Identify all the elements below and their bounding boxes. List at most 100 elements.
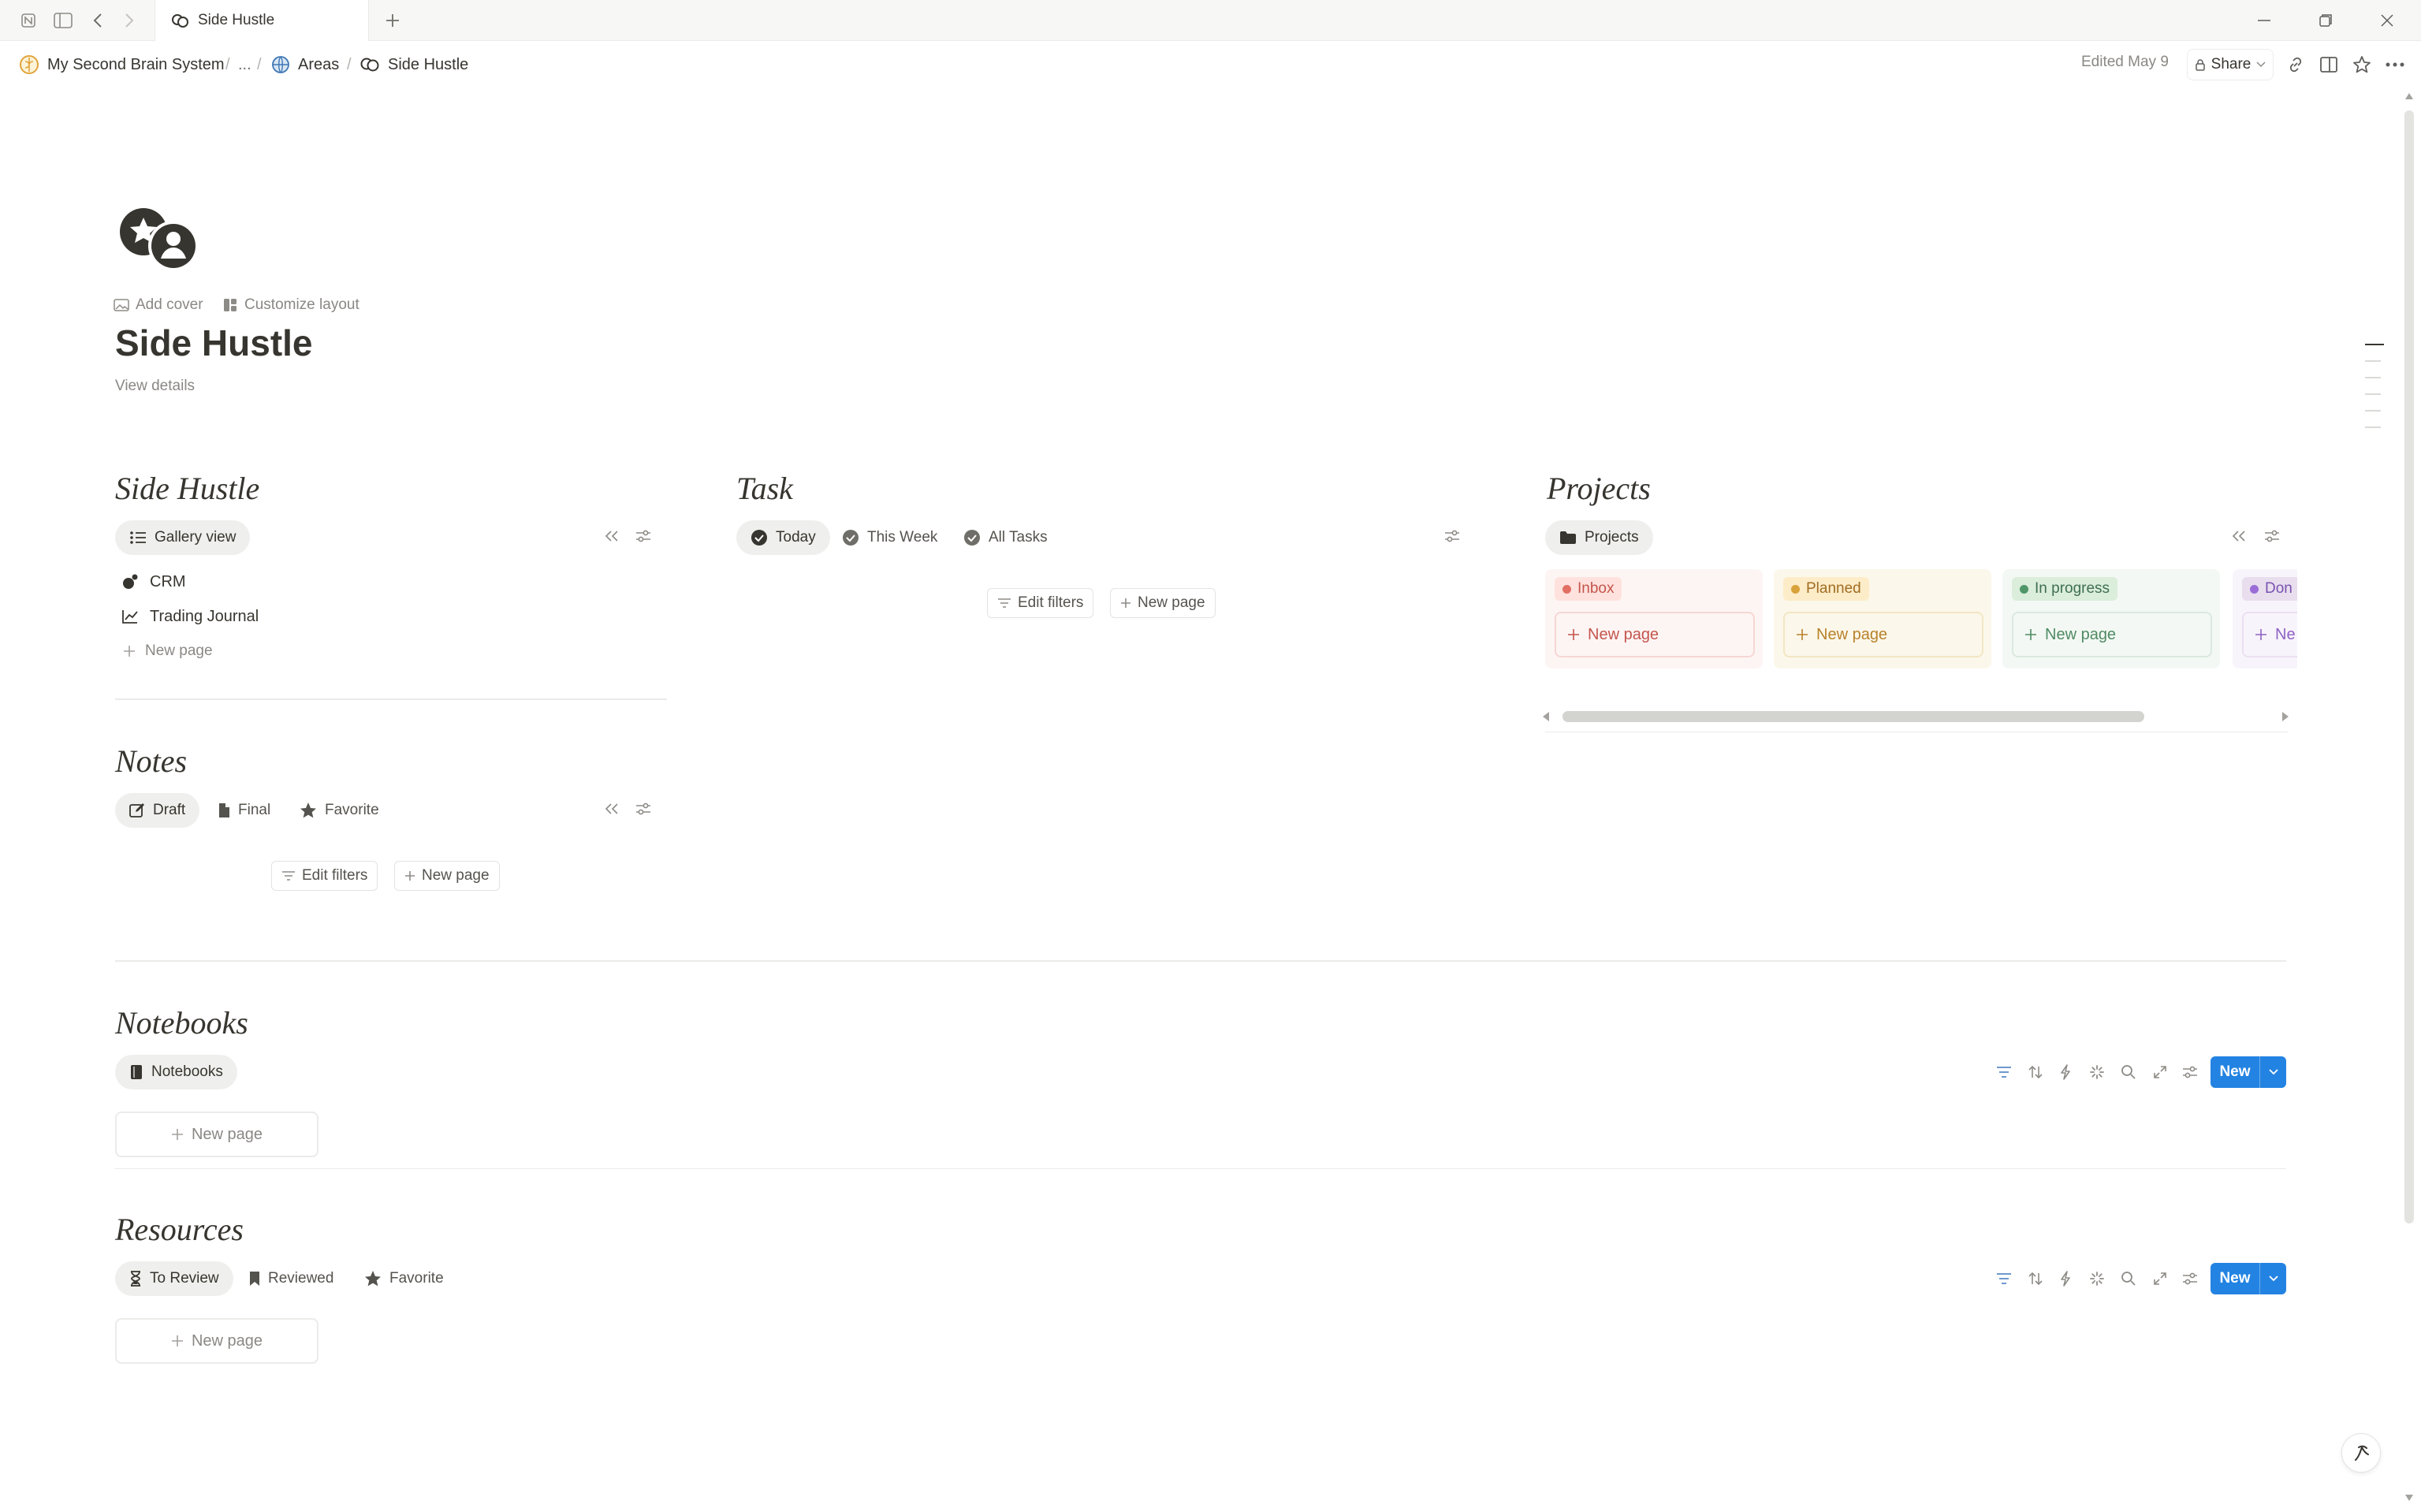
settings-sliders-icon[interactable] [631,796,656,821]
lightning-icon[interactable] [2051,1058,2080,1086]
notebooks-view-tab[interactable]: Notebooks [115,1055,237,1089]
new-page-button[interactable]: New page [2012,612,2212,657]
scroll-down-icon[interactable] [2403,1492,2415,1504]
breadcrumb-side-hustle[interactable]: Side Hustle [359,50,468,79]
plus-icon [1567,628,1580,641]
settings-sliders-icon[interactable] [1440,523,1465,549]
settings-sliders-icon[interactable] [631,523,656,549]
filter-icon[interactable] [1990,1058,2018,1086]
close-icon[interactable] [2363,3,2411,38]
customize-layout-button[interactable]: Customize layout [222,293,359,317]
new-page-card[interactable]: New page [115,1112,318,1157]
new-page-card[interactable]: New page [115,1318,318,1364]
scroll-left-icon[interactable] [1537,709,1555,724]
gallery-view-tab[interactable]: Gallery view [115,520,251,555]
breadcrumb-ellipsis[interactable]: ... [238,50,251,79]
toc-line[interactable] [2365,393,2381,395]
layout-icon [222,297,238,313]
search-icon[interactable] [2114,1264,2143,1293]
lightning-icon[interactable] [2051,1264,2080,1293]
tab-label: Reviewed [268,1270,334,1287]
minimize-icon[interactable] [2240,3,2288,38]
page-title[interactable]: Side Hustle [115,322,313,364]
breadcrumb-areas[interactable]: Areas [271,50,339,79]
status-tag-in-progress[interactable]: In progress [2012,577,2118,601]
new-page-label: New page [1816,625,1888,643]
list-item-trading-journal[interactable]: Trading Journal [121,601,259,632]
sidebar-toggle-icon[interactable] [47,5,79,36]
collapse-icon[interactable] [599,796,624,821]
tab-all-tasks[interactable]: All Tasks [955,520,1056,555]
toc-line[interactable] [2365,344,2384,345]
table-of-contents-outline[interactable] [2365,344,2384,443]
share-button[interactable]: Share [2187,49,2274,80]
tab-this-week[interactable]: This Week [834,520,945,555]
vertical-scrollbar[interactable] [2404,110,2414,1223]
toc-line[interactable] [2365,410,2381,412]
loading-icon[interactable] [2083,1264,2111,1293]
tab-final[interactable]: Final [210,793,278,828]
settings-sliders-icon[interactable] [2259,523,2285,549]
new-page-button[interactable]: New page [1110,588,1216,618]
new-page-button[interactable]: Ne [2242,612,2297,657]
link-icon[interactable] [2281,50,2310,79]
edit-filters-button[interactable]: Edit filters [271,861,378,891]
projects-view-tab[interactable]: Projects [1545,520,1653,555]
new-button[interactable]: New [2211,1056,2286,1088]
help-icon[interactable] [2341,1433,2381,1473]
loading-icon[interactable] [2083,1058,2111,1086]
sort-icon[interactable] [2021,1264,2050,1293]
board-column-planned: Planned New page [1774,569,1991,668]
scroll-right-icon[interactable] [2277,709,2294,724]
tab-to-review[interactable]: To Review [115,1261,233,1296]
search-icon[interactable] [2114,1058,2143,1086]
collapse-icon[interactable] [2226,523,2252,549]
tab-reviewed[interactable]: Reviewed [241,1261,341,1296]
scroll-up-icon[interactable] [2403,90,2415,102]
new-tab-icon[interactable] [377,5,408,36]
settings-sliders-icon[interactable] [2176,1264,2204,1293]
settings-sliders-icon[interactable] [2176,1058,2204,1086]
back-arrow-icon[interactable] [82,5,114,36]
new-button[interactable]: New [2211,1263,2286,1294]
view-details-link[interactable]: View details [115,378,195,395]
board-viewport: Inbox New page Planned New page In progr… [1544,564,2297,675]
tab-favorite[interactable]: Favorite [356,1261,452,1296]
notebooks-view-label: Notebooks [151,1063,223,1080]
restore-icon[interactable] [2302,3,2349,38]
chevron-down-icon[interactable] [2259,1263,2286,1294]
star-icon[interactable] [2348,50,2376,79]
breadcrumb-workspace[interactable]: My Second Brain System [19,50,225,79]
toc-line[interactable] [2365,377,2381,378]
notion-logo-icon[interactable] [13,5,44,36]
more-icon[interactable] [2381,50,2409,79]
new-page-button[interactable]: New page [1555,612,1755,657]
new-page-button[interactable]: New page [123,635,213,667]
toc-line[interactable] [2365,360,2381,362]
horizontal-scrollbar[interactable] [1562,711,2144,722]
tab-draft[interactable]: Draft [115,793,200,828]
new-page-button[interactable]: New page [1783,612,1983,657]
add-cover-button[interactable]: Add cover [114,293,203,317]
new-button-label: New [2219,1270,2251,1287]
tab-today[interactable]: Today [736,520,830,555]
side-peek-icon[interactable] [2315,50,2343,79]
status-tag-done[interactable]: Don [2242,577,2297,601]
filter-icon[interactable] [1990,1264,2018,1293]
chevron-down-icon[interactable] [2259,1056,2286,1088]
list-item-crm[interactable]: CRM [121,566,186,598]
new-page-button[interactable]: New page [394,861,500,891]
expand-icon[interactable] [2146,1264,2174,1293]
forward-arrow-icon[interactable] [114,5,145,36]
tab-side-hustle[interactable]: Side Hustle [155,0,369,41]
page-icon[interactable] [114,200,208,276]
sort-icon[interactable] [2021,1058,2050,1086]
toc-line[interactable] [2365,426,2381,428]
status-tag-inbox[interactable]: Inbox [1555,577,1622,601]
edit-filters-button[interactable]: Edit filters [987,588,1094,618]
tab-favorite[interactable]: Favorite [292,793,387,828]
status-tag-planned[interactable]: Planned [1783,577,1869,601]
plus-icon [2255,628,2267,641]
expand-icon[interactable] [2146,1058,2174,1086]
collapse-icon[interactable] [599,523,624,549]
